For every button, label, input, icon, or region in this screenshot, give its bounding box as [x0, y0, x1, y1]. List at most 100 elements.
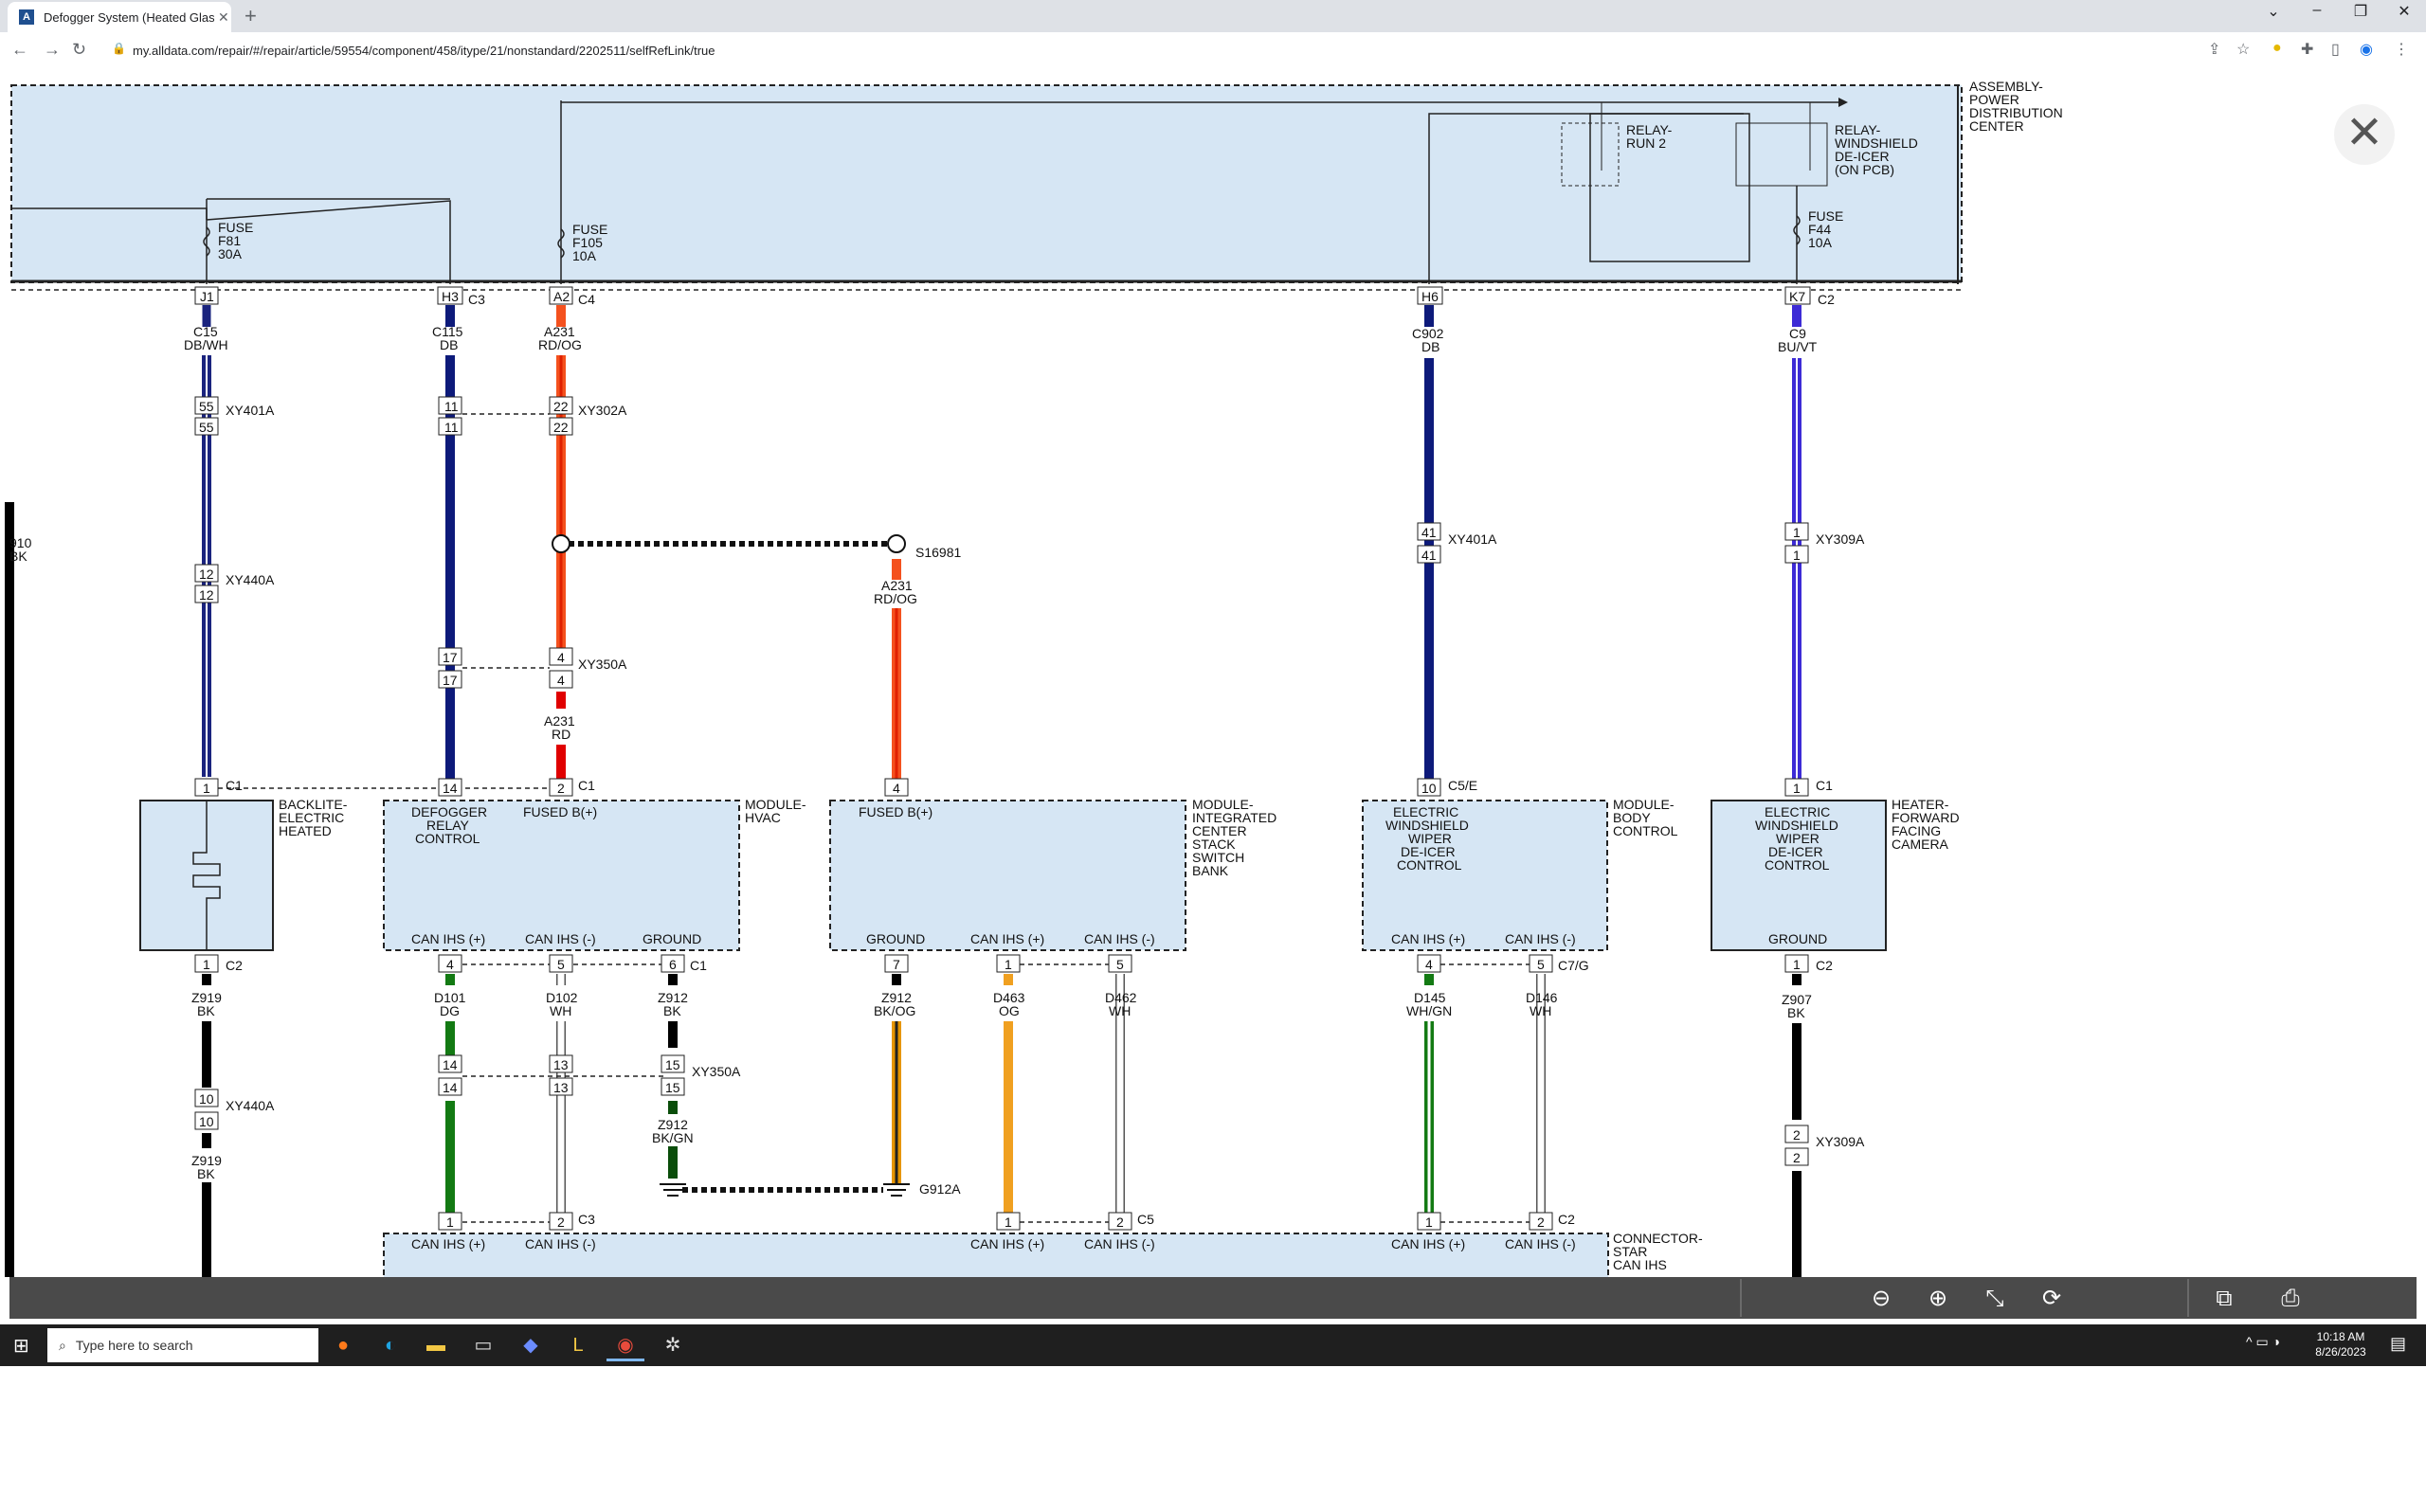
sidepanel-icon[interactable]: ▯ — [2331, 40, 2340, 59]
svg-text:55: 55 — [199, 420, 214, 435]
svg-text:4: 4 — [557, 673, 565, 688]
zoom-out-icon[interactable]: ⊖ — [1865, 1283, 1897, 1315]
conn-c7g: C7/G — [1558, 958, 1589, 973]
svg-text:4: 4 — [557, 650, 565, 665]
svg-text:14: 14 — [443, 1057, 458, 1072]
svg-text:6: 6 — [669, 957, 677, 972]
top-pins: J1 H3 C3 A2 C4 H6 K7 C2 — [194, 286, 1835, 307]
inline-xy440a-bottom: XY440A — [226, 1098, 275, 1113]
conn-c4-top: C4 — [578, 292, 595, 307]
extensions-puzzle-icon[interactable]: ✚ — [2301, 40, 2313, 59]
chrome-icon[interactable]: ◉ — [606, 1332, 644, 1361]
url-field[interactable]: my.alldata.com/repair/#/repair/article/5… — [133, 38, 2218, 64]
inline-xy350a-top: XY350A — [578, 657, 627, 672]
edge-icon[interactable]: ◐ — [371, 1332, 409, 1359]
hvac-bottom-1: CAN IHS (-) — [525, 931, 596, 946]
app-blue-icon[interactable]: ◆ — [512, 1332, 550, 1359]
relay-run-label-1: RUN 2 — [1626, 135, 1666, 151]
inline-xy401a-right: XY401A — [1448, 531, 1497, 547]
taskbar-search-box[interactable]: ⌕ Type here to search — [47, 1328, 318, 1362]
svg-text:41: 41 — [1421, 525, 1437, 540]
inline-xy309a-bottom: XY309A — [1816, 1134, 1865, 1149]
svg-text:1: 1 — [1793, 781, 1801, 796]
firefox-icon[interactable]: ● — [324, 1332, 362, 1359]
hvac-name-1: HVAC — [745, 810, 781, 825]
bcm-inside-4: CONTROL — [1397, 857, 1462, 873]
app-gear-icon[interactable]: ✲ — [654, 1332, 692, 1359]
svg-text:2: 2 — [1793, 1127, 1801, 1143]
ground-label: G912A — [919, 1181, 961, 1197]
tab-close-icon[interactable]: ✕ — [218, 9, 229, 26]
extension-icon[interactable]: ● — [2272, 40, 2282, 57]
ics-bottom-2: CAN IHS (-) — [1084, 931, 1155, 946]
svg-text:1: 1 — [1005, 957, 1012, 972]
inline-xy302a: XY302A — [578, 403, 627, 418]
wire-z919-color: BK — [197, 1003, 215, 1018]
minimize-button[interactable]: – — [2295, 2, 2339, 19]
wire-z907-color: BK — [1787, 1005, 1805, 1020]
back-arrow-icon[interactable]: ← — [11, 40, 28, 60]
star-pin-1: CAN IHS (-) — [525, 1236, 596, 1251]
notification-icon[interactable]: ▤ — [2390, 1334, 2406, 1354]
lock-icon[interactable]: 🔒 — [112, 42, 126, 55]
print-icon[interactable]: ⎙ — [2274, 1283, 2307, 1315]
cam-name-3: CAMERA — [1892, 837, 1949, 852]
wire-d102-color: WH — [550, 1003, 571, 1018]
star-label-2: CAN IHS — [1613, 1257, 1667, 1272]
svg-text:14: 14 — [443, 781, 458, 796]
svg-text:4: 4 — [893, 781, 900, 796]
svg-text:1: 1 — [1793, 548, 1801, 563]
search-placeholder: Type here to search — [75, 1338, 193, 1353]
taskbar-clock[interactable]: 10:18 AM 8/26/2023 — [2303, 1329, 2379, 1359]
svg-text:10: 10 — [199, 1114, 214, 1129]
wire-c15-color: DB/WH — [184, 337, 228, 352]
pdc-box — [10, 84, 1963, 283]
browser-tab[interactable]: A Defogger System (Heated Glass ✕ — [8, 2, 231, 32]
wiring-diagram[interactable]: ASSEMBLY- POWER DISTRIBUTION CENTER RELA… — [0, 70, 2426, 1279]
close-viewer-button[interactable]: ✕ — [2334, 104, 2395, 165]
ics-name-5: BANK — [1192, 863, 1229, 878]
search-icon: ⌕ — [59, 1338, 66, 1353]
ics-fused: FUSED B(+) — [859, 804, 932, 819]
open-window-icon[interactable]: ⧉ — [2208, 1283, 2240, 1315]
menu-dots-icon[interactable]: ⋮ — [2394, 40, 2409, 59]
svg-text:1: 1 — [1005, 1215, 1012, 1230]
reload-icon[interactable]: ↻ — [72, 40, 86, 60]
bcm-bottom-0: CAN IHS (+) — [1391, 931, 1465, 946]
rotate-icon[interactable]: ⟳ — [2036, 1283, 2068, 1315]
zoom-in-icon[interactable]: ⊕ — [1922, 1283, 1954, 1315]
bookmark-star-icon[interactable]: ☆ — [2236, 40, 2250, 59]
svg-text:10: 10 — [1421, 781, 1437, 796]
windows-start-icon[interactable]: ⊞ — [13, 1334, 29, 1358]
file-explorer-icon[interactable]: ▬ — [417, 1332, 455, 1359]
svg-text:17: 17 — [443, 650, 458, 665]
svg-text:22: 22 — [553, 420, 569, 435]
forward-arrow-icon[interactable]: → — [44, 40, 61, 60]
system-tray[interactable]: ^ ▭ ◑ — [2246, 1334, 2280, 1350]
hvac-inside-2: CONTROL — [415, 831, 480, 846]
svg-text:41: 41 — [1421, 548, 1437, 563]
svg-text:1: 1 — [1425, 1215, 1433, 1230]
inline-xy440a: XY440A — [226, 572, 275, 587]
conn-c2-star: C2 — [1558, 1212, 1575, 1227]
relay-wsd-label-3: (ON PCB) — [1835, 162, 1894, 177]
svg-text:14: 14 — [443, 1080, 458, 1095]
app-l-icon[interactable]: L — [559, 1332, 597, 1359]
svg-text:15: 15 — [665, 1080, 680, 1095]
alldata-favicon-icon: A — [19, 9, 34, 25]
svg-text:12: 12 — [199, 587, 214, 603]
fit-icon[interactable]: ⤡ — [1979, 1283, 2011, 1315]
clock-date: 8/26/2023 — [2315, 1345, 2366, 1359]
share-icon[interactable]: ⇪ — [2208, 40, 2220, 59]
pin-h6: H6 — [1421, 289, 1439, 304]
star-pin-4: CAN IHS (+) — [1391, 1236, 1465, 1251]
profile-icon[interactable]: ◉ — [2360, 40, 2373, 59]
svg-text:1: 1 — [1793, 957, 1801, 972]
new-tab-button[interactable]: + — [244, 4, 257, 28]
app-window-icon[interactable]: ▭ — [464, 1332, 502, 1359]
tab-search-button[interactable]: ⌄ — [2252, 2, 2295, 21]
restore-button[interactable]: ❐ — [2339, 2, 2382, 21]
svg-text:2: 2 — [1537, 1215, 1545, 1230]
window-close-button[interactable]: ✕ — [2382, 2, 2426, 21]
windows-taskbar — [0, 1324, 2426, 1366]
